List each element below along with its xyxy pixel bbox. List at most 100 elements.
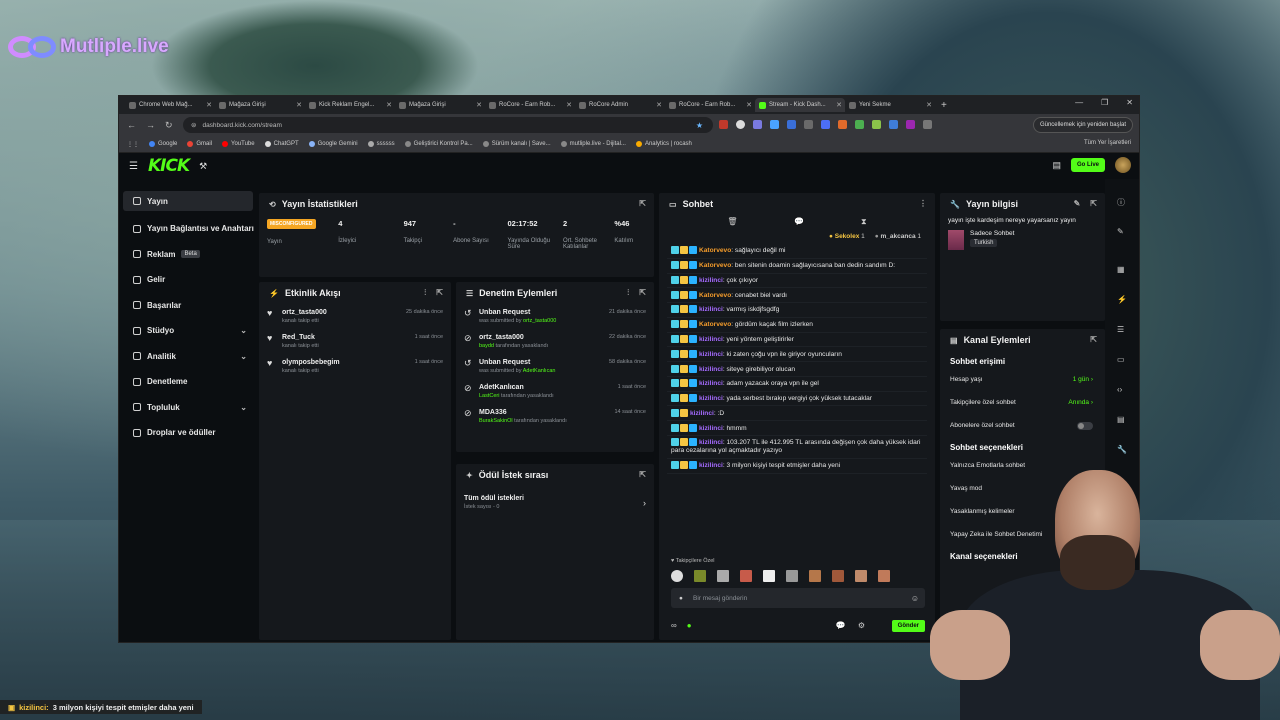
bookmark-item[interactable]: YouTube [222,141,255,147]
tab-close-icon[interactable]: ✕ [296,101,302,109]
tab-close-icon[interactable]: ✕ [836,101,842,109]
sidebar-item-studyo[interactable]: Stüdyo ⌄ [123,318,253,344]
browser-tab[interactable]: Yeni Sekme ✕ [845,98,935,112]
chat-bubble-icon[interactable]: 💬 [794,217,804,227]
chat-icon[interactable]: ▭ [1117,355,1125,364]
settings-icon[interactable]: ⚙ [858,621,865,630]
browser-tab[interactable]: RoCore - Earn Rob... ✕ [485,98,575,112]
category-thumbnail[interactable] [948,230,964,251]
edit-icon[interactable]: ✎ [1117,227,1125,236]
sidebar-item-basarilar[interactable]: Başarılar [123,293,253,319]
extension-icon[interactable] [787,120,796,129]
popout-icon[interactable]: ⇱ [1090,335,1097,344]
tab-close-icon[interactable]: ✕ [476,101,482,109]
site-info-icon[interactable]: ⊜ [191,121,196,129]
browser-tab[interactable]: Kick Reklam Engel... ✕ [305,98,395,112]
chat-message[interactable]: Katorvevo: sağlayıcı değil mi [667,244,927,259]
extension-icon[interactable] [838,120,847,129]
emote-icon[interactable] [694,570,706,582]
go-live-button[interactable]: Go Live [1070,158,1105,172]
filter-icon[interactable]: ⫶ [424,288,426,298]
sidebar-item-reklam[interactable]: Reklam Beta [123,242,253,268]
tab-close-icon[interactable]: ✕ [746,101,752,109]
emote-icon[interactable] [671,570,683,582]
emote-icon[interactable] [878,570,890,582]
chat-message[interactable]: kizilinci: hmmm [667,421,927,436]
users-icon[interactable]: ∞ [671,621,677,630]
studio-icon[interactable]: ▤ [1052,160,1061,171]
forward-icon[interactable]: → [146,120,155,130]
browser-tab[interactable]: RoCore Admin ✕ [575,98,665,112]
bookmark-item[interactable]: mutliple.live - Dijital... [560,141,626,147]
filter-icon[interactable]: ⫶ [627,288,629,298]
browser-tab[interactable]: Mağaza Girişi ✕ [215,98,305,112]
tab-close-icon[interactable]: ✕ [206,101,212,109]
hourglass-icon[interactable]: ⧗ [861,217,867,227]
subscribers-only-toggle[interactable] [1077,421,1093,430]
bookmark-folder[interactable]: ssssss [367,141,395,147]
wrench-icon[interactable]: 🔧 [1117,445,1127,454]
chat-message[interactable]: kizilinci: yeni yöntem geliştirirler [667,333,927,348]
bookmark-item[interactable]: Sürüm kanalı | Save... [482,141,551,147]
bookmark-item[interactable]: ChatGPT [264,141,299,147]
all-bookmarks-link[interactable]: Tüm Yer İşaretleri [1084,140,1131,146]
extension-icon[interactable] [719,120,728,129]
emote-icon[interactable] [855,570,867,582]
chat-message[interactable]: kizilinci: siteye girebiliyor olucan [667,362,927,377]
chat-message[interactable]: kizilinci: çok çıkıyor [667,274,927,289]
extension-icon[interactable] [906,120,915,129]
popout-icon[interactable]: ⇱ [639,199,646,208]
bookmark-item[interactable]: Google Gemini [308,141,358,147]
emote-icon[interactable] [740,570,752,582]
edit-icon[interactable]: ✎ [1074,199,1081,208]
list-icon[interactable]: ☰ [1117,325,1125,334]
apps-icon[interactable]: ⋮⋮ [127,141,139,148]
extension-icon[interactable] [855,120,864,129]
tab-close-icon[interactable]: ✕ [386,101,392,109]
extension-icon[interactable] [770,120,779,129]
tab-close-icon[interactable]: ✕ [656,101,662,109]
bookmark-item[interactable]: Geliştirici Kontrol Pa... [404,141,473,147]
bookmark-item[interactable]: Analytics | rocash [635,141,692,147]
maximize-icon[interactable]: ❐ [1101,98,1108,107]
chat-message[interactable]: Katorvevo: cenabet biel vardı [667,288,927,304]
sidebar-item-denetleme[interactable]: Denetleme [123,369,253,395]
extension-icon[interactable] [872,120,881,129]
more-icon[interactable]: ⋮ [919,199,927,208]
sidebar-item-gelir[interactable]: Gelir [123,267,253,293]
channel-actions-icon[interactable]: ▤ [1117,415,1125,424]
kick-logo[interactable]: KICK [148,156,190,176]
chat-bubble-icon[interactable]: 💬 [836,621,846,630]
tab-close-icon[interactable]: ✕ [566,101,572,109]
setting-followers-only[interactable]: Takipçilere özel sohbet Anında › [940,391,1105,414]
sidebar-item-topluluk[interactable]: Topluluk ⌄ [123,395,253,421]
sidebar-item-stream-key[interactable]: Yayın Bağlantısı ve Anahtarı [123,216,254,242]
code-icon[interactable]: ‹› [1117,385,1125,394]
tool-icon[interactable]: ⚒ [199,161,207,172]
tab-close-icon[interactable]: ✕ [926,101,932,109]
extension-icon[interactable] [804,120,813,129]
popout-icon[interactable]: ⇱ [639,470,646,479]
sidebar-item-analitik[interactable]: Analitik ⌄ [123,344,253,370]
browser-tab[interactable]: Chrome Web Mağ... ✕ [125,98,215,112]
extension-icon[interactable] [753,120,762,129]
chat-message[interactable]: kizilinci: adam yazacak oraya vpn ile ge… [667,377,927,392]
emote-icon[interactable] [786,570,798,582]
chat-message[interactable]: Katorvevo: gördüm kaçak film izlerken [667,318,927,333]
extension-icon[interactable] [889,120,898,129]
url-input[interactable]: ⊜ dashboard.kick.com/stream ★ [183,117,713,133]
update-browser-button[interactable]: Güncellemek için yeniden başlat [1032,117,1133,133]
chat-message[interactable]: kizilinci: 103.207 TL ile 412.995 TL ara… [667,436,927,459]
popout-icon[interactable]: ⇱ [1090,199,1097,208]
info-icon[interactable]: ⓘ [1117,197,1125,207]
emote-icon[interactable] [763,570,775,582]
bookmark-star-icon[interactable]: ★ [696,121,703,130]
browser-tab[interactable]: Mağaza Girişi ✕ [395,98,485,112]
chat-message[interactable]: kizilinci: :D [667,406,927,422]
browser-tab-active[interactable]: Stream - Kick Dash... ✕ [755,98,845,112]
browser-tab[interactable]: RoCore - Earn Rob... ✕ [665,98,755,112]
chat-message[interactable]: Katorvevo: ben sitenin doamin sağlayıcıs… [667,259,927,274]
reload-icon[interactable]: ↻ [165,120,173,131]
extension-icon[interactable] [821,120,830,129]
chat-message[interactable]: kizilinci: 3 milyon kişiyi tespit etmişl… [667,459,927,474]
